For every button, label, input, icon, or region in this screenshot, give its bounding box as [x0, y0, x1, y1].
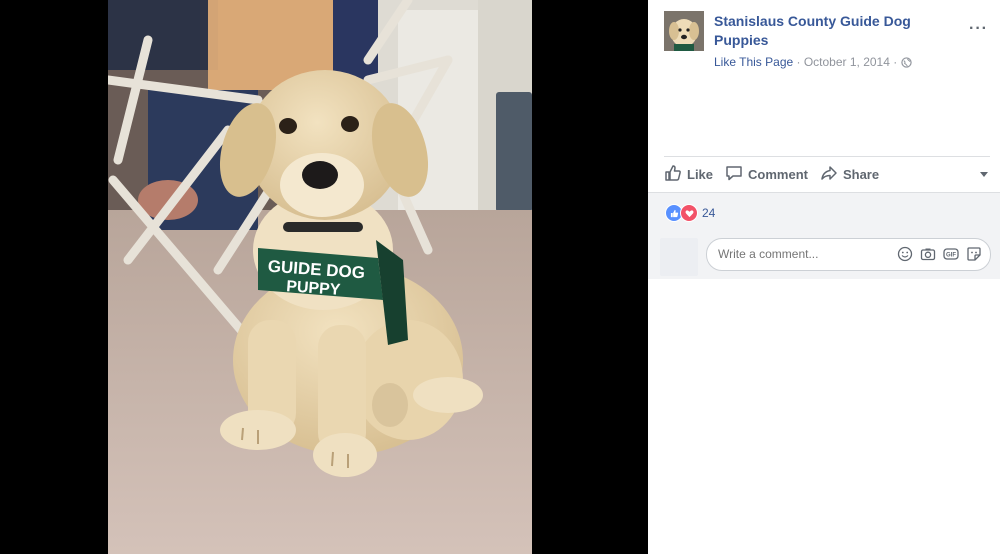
meta-separator-2: · — [889, 55, 901, 69]
post-photo[interactable]: GUIDE DOG PUPPY — [108, 0, 532, 554]
smiley-icon[interactable] — [897, 246, 913, 267]
comment-input[interactable] — [716, 246, 890, 262]
page-avatar[interactable] — [664, 11, 704, 51]
sidebar-empty-space — [648, 279, 1000, 554]
post-sidebar: Stanislaus County Guide Dog Puppies Like… — [648, 0, 1000, 554]
globe-icon — [900, 57, 912, 71]
share-button[interactable]: Share — [820, 164, 879, 185]
comment-label: Comment — [748, 166, 808, 182]
gif-icon[interactable]: GIF — [943, 246, 959, 267]
more-options-button[interactable]: ··· — [969, 20, 988, 38]
puppy-avatar-image — [664, 11, 704, 51]
reactions-summary[interactable]: 24 — [665, 204, 715, 222]
share-label: Share — [842, 166, 880, 182]
post-meta: Like This Page · October 1, 2014 · — [714, 55, 912, 71]
share-arrow-icon — [820, 164, 843, 185]
post-actions-bar: Like Comment Share — [664, 156, 990, 191]
like-page-link[interactable]: Like This Page — [714, 55, 793, 69]
thumbs-up-icon — [664, 164, 687, 185]
reaction-count: 24 — [702, 206, 716, 220]
post-date[interactable]: October 1, 2014 — [804, 55, 890, 69]
camera-icon[interactable] — [920, 246, 936, 267]
audience-dropdown-caret-icon[interactable] — [980, 172, 988, 177]
post-header: Stanislaus County Guide Dog Puppies Like… — [648, 0, 1000, 156]
guide-dog-puppy-photo: GUIDE DOG PUPPY — [108, 0, 532, 554]
current-user-avatar — [660, 238, 698, 276]
svg-text:GIF: GIF — [946, 253, 956, 259]
like-button[interactable]: Like — [664, 164, 713, 185]
comment-box[interactable]: GIF — [706, 238, 991, 271]
love-reaction-icon — [680, 204, 698, 222]
sticker-icon[interactable] — [966, 246, 982, 267]
meta-separator: · — [793, 55, 804, 69]
comment-button[interactable]: Comment — [725, 164, 808, 185]
speech-bubble-icon — [725, 164, 748, 185]
photo-viewer-stage: GUIDE DOG PUPPY — [0, 0, 648, 554]
page-name-link[interactable]: Stanislaus County Guide Dog Puppies — [714, 12, 944, 50]
like-label: Like — [687, 166, 714, 182]
comment-tools: GIF — [890, 246, 982, 267]
comments-section: 24 GIF — [648, 192, 1000, 279]
